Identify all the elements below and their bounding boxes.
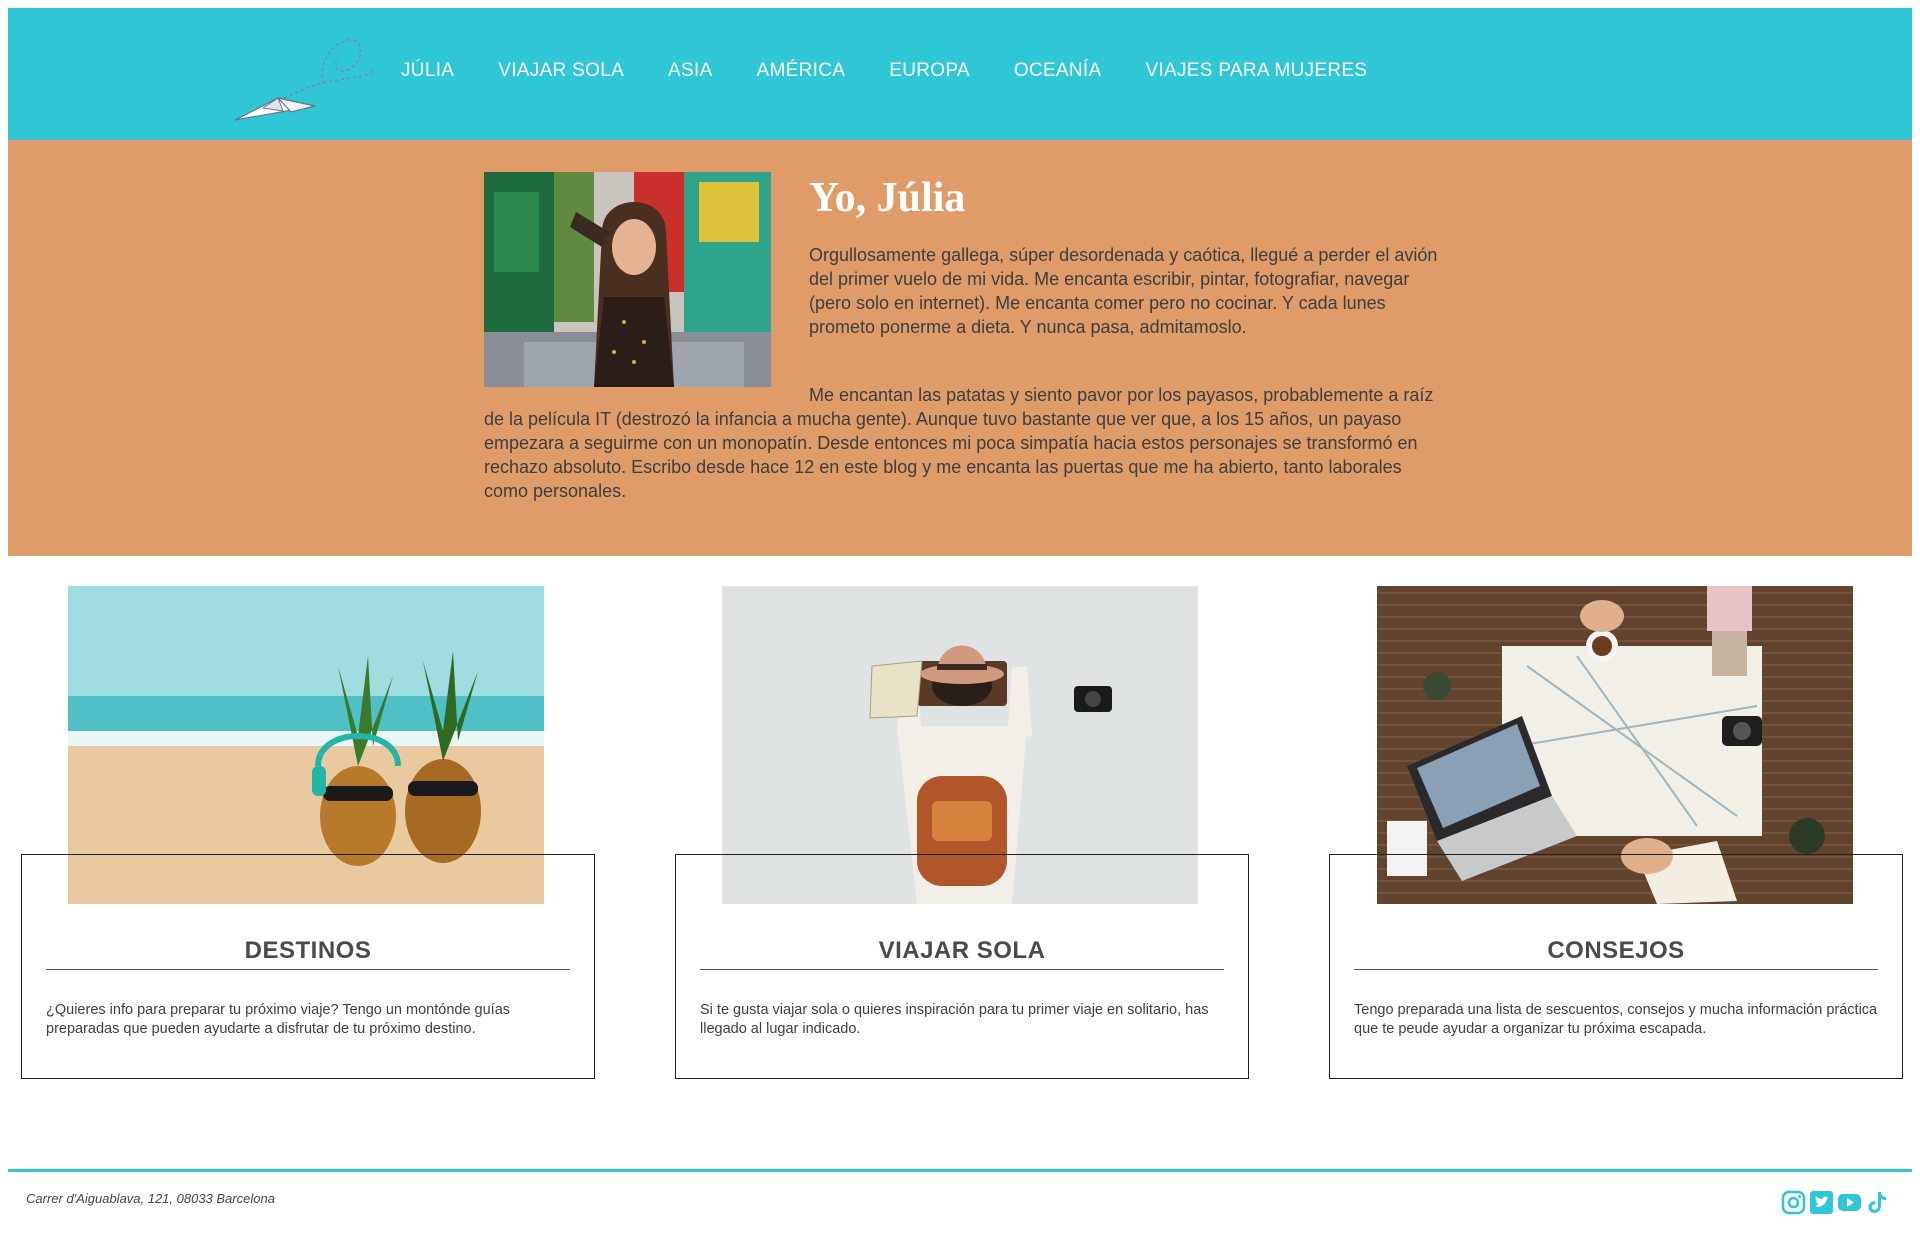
card-text: ¿Quieres info para preparar tu próximo v… — [46, 1002, 511, 1037]
card-consejos[interactable]: CONSEJOS Tengo preparada una lista de se… — [1329, 854, 1903, 1079]
instagram-icon[interactable] — [1781, 1190, 1806, 1215]
about-title: Yo, Júlia — [809, 175, 966, 221]
twitter-icon[interactable] — [1809, 1190, 1834, 1215]
nav-item-julia[interactable]: JÚLIA — [401, 60, 454, 82]
paper-plane-logo[interactable] — [223, 28, 383, 128]
julia-photo — [484, 172, 771, 387]
card-text: Si te gusta viajar sola o quieres inspir… — [700, 1002, 1209, 1037]
nav-item-america[interactable]: AMÉRICA — [757, 60, 846, 82]
card-title: CONSEJOS — [1354, 937, 1878, 970]
footer-address: Carrer d'Aiguablava, 121, 08033 Barcelon… — [26, 1191, 275, 1206]
site-header: JÚLIA VIAJAR SOLA ASIA AMÉRICA EUROPA OC… — [8, 8, 1912, 140]
card-viajar-sola[interactable]: VIAJAR SOLA Si te gusta viajar sola o qu… — [675, 854, 1249, 1079]
footer-divider — [8, 1169, 1912, 1172]
nav-item-europa[interactable]: EUROPA — [889, 60, 970, 82]
youtube-icon[interactable] — [1837, 1190, 1862, 1215]
main-nav: JÚLIA VIAJAR SOLA ASIA AMÉRICA EUROPA OC… — [401, 60, 1411, 82]
about-section: Yo, Júlia Orgullosamente gallega, súper … — [8, 140, 1912, 556]
nav-item-viajar-sola[interactable]: VIAJAR SOLA — [498, 60, 624, 82]
card-title: DESTINOS — [46, 937, 570, 970]
card-text: Tengo preparada una lista de sescuentos,… — [1354, 1002, 1878, 1037]
nav-item-asia[interactable]: ASIA — [668, 60, 713, 82]
social-links — [1781, 1190, 1890, 1215]
tiktok-icon[interactable] — [1865, 1190, 1890, 1215]
nav-item-oceania[interactable]: OCEANÍA — [1014, 60, 1102, 82]
card-destinos[interactable]: DESTINOS ¿Quieres info para preparar tu … — [21, 854, 595, 1079]
card-title: VIAJAR SOLA — [700, 937, 1224, 970]
about-paragraph-1: Orgullosamente gallega, súper desordenad… — [809, 245, 1438, 337]
nav-item-viajes-mujeres[interactable]: VIAJES PARA MUJERES — [1145, 60, 1367, 82]
about-paragraph-2: Me encantan las patatas y siento pavor p… — [484, 385, 1434, 501]
